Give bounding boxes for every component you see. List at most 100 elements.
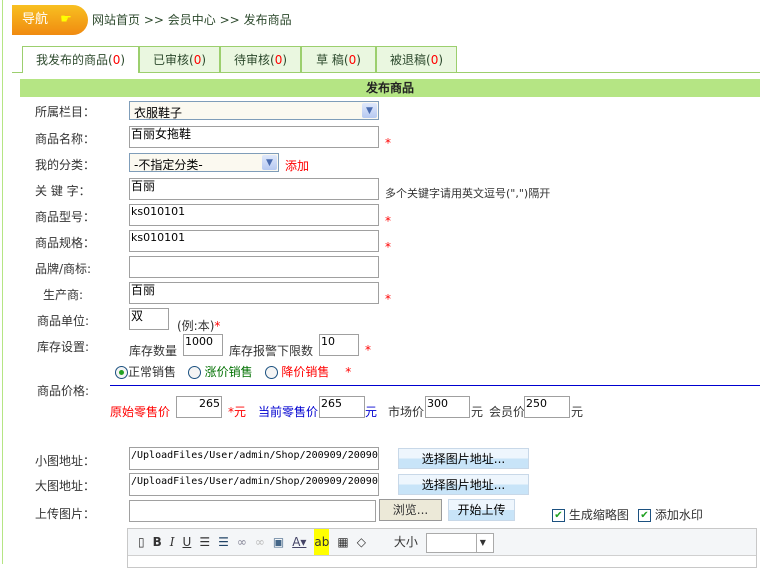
keywords-input[interactable]: 百丽 [129, 178, 379, 200]
maker-input[interactable]: 百丽 [129, 282, 379, 304]
stock-qty-input[interactable]: 1000 [183, 334, 223, 356]
chevron-down-icon: ▼ [262, 155, 277, 170]
unit-label: 商品单位: [37, 314, 90, 328]
underline-icon[interactable]: U [183, 529, 192, 555]
unit-input[interactable]: 双 [129, 308, 169, 330]
pointing-hand-icon: ☛ [60, 12, 72, 27]
required-mark: * [214, 319, 221, 333]
maker-label: 生产商: [43, 288, 84, 302]
tab-approved[interactable]: 已审核(0) [139, 46, 220, 72]
tab-my-products[interactable]: 我发布的商品(0) [22, 46, 139, 73]
thumbnail-checkbox[interactable]: ✔ [552, 509, 565, 522]
rich-editor[interactable]: ▯ B I U ☰ ☰ ∞ ∞ ▣ A▾ ab ▦ ◇ 大小 ▼ [127, 528, 757, 568]
browse-button[interactable]: 浏览... [379, 499, 442, 521]
brand-label: 品牌/商标: [35, 262, 92, 276]
tab-drafts[interactable]: 草 稿(0) [301, 46, 376, 72]
tab-rejected[interactable]: 被退稿(0) [376, 46, 457, 72]
eraser-icon[interactable]: ◇ [357, 529, 366, 555]
breadcrumb-sep: >> [143, 13, 164, 27]
member-price-label: 会员价 [489, 405, 526, 419]
chevron-down-icon: ▼ [475, 533, 489, 552]
radio-raise[interactable] [187, 366, 201, 379]
small-img-select-button[interactable]: 选择图片地址... [398, 448, 529, 469]
current-price-input[interactable]: 265 [319, 396, 365, 418]
table-icon[interactable]: ▦ [337, 529, 348, 555]
unordered-list-icon[interactable]: ☰ [218, 529, 229, 555]
keywords-label: 关 键 字： [35, 184, 91, 198]
market-price-label: 市场价 [388, 405, 425, 419]
current-price-unit: 元 [365, 405, 378, 419]
thumbnail-label: 生成缩略图 [568, 508, 629, 522]
spec-input[interactable]: ks010101 [129, 230, 379, 252]
italic-icon[interactable]: I [170, 529, 175, 555]
add-category-link[interactable]: 添加 [285, 157, 309, 174]
breadcrumb-member[interactable]: 会员中心 [168, 13, 216, 27]
model-input[interactable]: ks010101 [129, 204, 379, 226]
required-mark: * [365, 343, 371, 357]
stock-label: 库存设置: [37, 340, 90, 354]
breadcrumb-current: 发布商品 [243, 13, 292, 27]
breadcrumb: 网站首页 >> 会员中心 >> 发布商品 [92, 11, 292, 28]
required-mark: * [385, 136, 391, 150]
brand-input[interactable] [129, 256, 379, 278]
chevron-down-icon: ▼ [362, 103, 377, 118]
category-select[interactable]: 衣服鞋子 ▼ [129, 101, 379, 120]
my-category-select[interactable]: -不指定分类- ▼ [129, 153, 279, 172]
breadcrumb-home[interactable]: 网站首页 [92, 13, 140, 27]
form-title: 发布商品 [20, 79, 760, 97]
bold-icon[interactable]: B [153, 529, 162, 555]
spec-label: 商品规格： [35, 236, 96, 250]
link-icon[interactable]: ∞ [237, 529, 247, 555]
keywords-hint: 多个关键字请用英文逗号(",")隔开 [385, 187, 551, 200]
big-img-label: 大图地址： [35, 479, 96, 493]
watermark-label: 添加水印 [654, 508, 703, 522]
original-price-input[interactable]: 265 [176, 396, 222, 418]
radio-normal[interactable] [115, 366, 128, 379]
watermark-checkbox[interactable]: ✔ [638, 509, 651, 522]
font-size-label: 大小 [393, 535, 418, 549]
name-label: 商品名称： [35, 132, 96, 146]
price-divider [110, 385, 760, 386]
left-border [2, 0, 3, 564]
original-price-unit: *元 [228, 405, 247, 419]
big-img-select-button[interactable]: 选择图片地址... [398, 474, 529, 495]
required-mark: * [385, 214, 391, 228]
small-img-input[interactable]: /UploadFiles/User/admin/Shop/200909/2009… [129, 447, 379, 470]
original-price-label: 原始零售价 [110, 405, 171, 419]
required-mark: * [385, 292, 391, 306]
radio-raise-label: 涨价销售 [204, 365, 253, 379]
start-upload-button[interactable]: 开始上传 [448, 499, 515, 521]
big-img-input[interactable]: /UploadFiles/User/admin/Shop/200909/2009… [129, 473, 379, 496]
image-icon[interactable]: ▣ [273, 529, 284, 555]
current-price-label: 当前零售价 [258, 405, 319, 419]
highlight-icon[interactable]: ab [314, 529, 330, 555]
font-size-select[interactable]: ▼ [425, 532, 494, 553]
price-label: 商品价格: [37, 384, 90, 398]
my-category-label: 我的分类： [35, 158, 96, 172]
new-doc-icon[interactable]: ▯ [138, 529, 145, 555]
editor-toolbar: ▯ B I U ☰ ☰ ∞ ∞ ▣ A▾ ab ▦ ◇ 大小 ▼ [128, 529, 756, 556]
tab-pending[interactable]: 待审核(0) [220, 46, 301, 72]
upload-file-input[interactable] [129, 500, 376, 522]
category-label: 所属栏目： [35, 105, 96, 119]
stock-alarm-input[interactable]: 10 [319, 334, 359, 356]
breadcrumb-sep: >> [219, 13, 240, 27]
nav-label: 导航 [22, 12, 49, 27]
radio-normal-label: 正常销售 [128, 365, 177, 379]
unlink-icon[interactable]: ∞ [255, 529, 265, 555]
upload-label: 上传图片： [35, 507, 96, 521]
radio-discount-label: 降价销售 [281, 365, 330, 379]
member-price-input[interactable]: 250 [524, 396, 570, 418]
market-price-unit: 元 [471, 405, 484, 419]
unit-hint: (例:本) [177, 319, 215, 333]
nav-badge: 导航 ☛ [12, 5, 88, 35]
font-color-icon[interactable]: A▾ [292, 529, 306, 555]
member-price-unit: 元 [571, 405, 584, 419]
radio-discount[interactable] [264, 366, 278, 379]
stock-qty-label: 库存数量 [129, 344, 178, 358]
required-mark: * [345, 365, 352, 379]
market-price-input[interactable]: 300 [425, 396, 470, 418]
name-input[interactable]: 百丽女拖鞋 [129, 126, 379, 148]
ordered-list-icon[interactable]: ☰ [199, 529, 210, 555]
small-img-label: 小图地址： [35, 454, 96, 468]
